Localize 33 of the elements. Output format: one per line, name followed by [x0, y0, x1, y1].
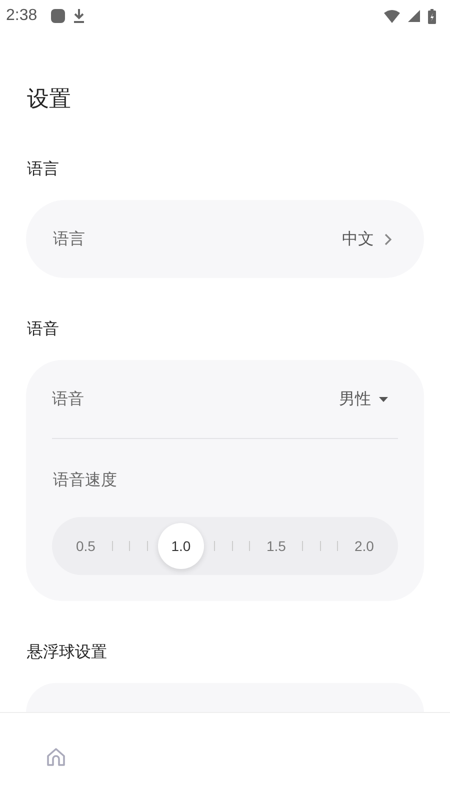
battery-icon — [428, 8, 436, 24]
row-label: 语音 — [52, 388, 84, 410]
wifi-icon — [384, 10, 400, 22]
tick-mark — [129, 541, 130, 551]
download-icon — [73, 9, 86, 23]
section-heading: 语音 — [27, 318, 60, 340]
home-icon[interactable] — [46, 746, 66, 766]
app-notification-icon — [51, 9, 66, 23]
speed-option[interactable]: 0.5 — [76, 538, 96, 554]
section-heading: 语言 — [27, 158, 60, 180]
tick-mark — [302, 541, 304, 551]
dropdown-caret-icon — [379, 396, 388, 402]
chevron-right-icon — [384, 232, 392, 246]
section-heading: 悬浮球设置 — [27, 641, 108, 663]
language-row[interactable]: 语言 中文 — [26, 200, 424, 278]
tick-mark — [337, 541, 338, 551]
speed-slider[interactable]: 0.5 1.0 1.5 2.0 — [52, 517, 398, 575]
speed-option[interactable]: 1.5 — [266, 538, 286, 554]
tick-mark — [249, 541, 250, 551]
row-label: 语言 — [53, 228, 85, 250]
page-title: 设置 — [27, 86, 72, 114]
status-time: 2:38 — [6, 7, 38, 25]
tick-mark — [112, 541, 113, 551]
tick-mark — [320, 541, 321, 551]
speed-label: 语音速度 — [52, 469, 118, 491]
slider-thumb[interactable]: 1.0 — [158, 523, 204, 569]
tick-mark — [146, 541, 148, 551]
tick-mark — [214, 541, 216, 551]
speed-option[interactable]: 2.0 — [354, 538, 374, 554]
tick-mark — [232, 541, 233, 551]
signal-icon — [408, 10, 420, 22]
row-value: 中文 — [342, 228, 374, 250]
dropdown-value[interactable]: 男性 — [339, 388, 371, 410]
